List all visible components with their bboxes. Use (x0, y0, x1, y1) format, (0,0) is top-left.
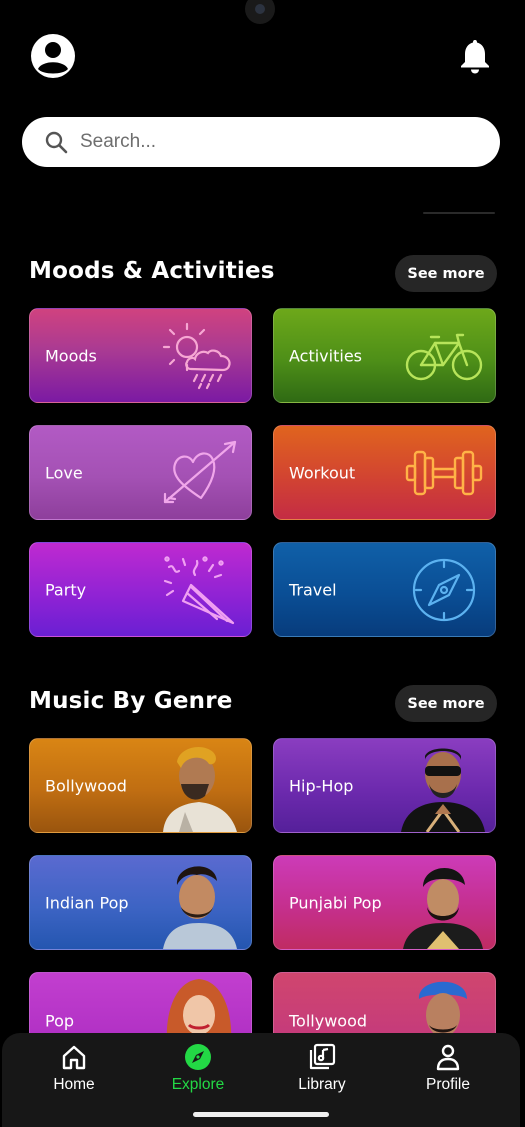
tile-label: Love (45, 463, 83, 482)
tile-activities[interactable]: Activities (273, 308, 496, 403)
tile-label: Moods (45, 346, 97, 365)
home-indicator (193, 1112, 329, 1117)
tile-label: Party (45, 580, 87, 599)
account-avatar-button[interactable] (30, 33, 76, 79)
compass-icon (185, 1044, 211, 1070)
artist-photo (401, 748, 485, 832)
tile-label: Workout (289, 463, 356, 482)
tile-label: Hip-Hop (289, 776, 354, 795)
tile-workout[interactable]: Workout (273, 425, 496, 520)
tile-label: Punjabi Pop (289, 893, 382, 912)
artist-photo (418, 981, 467, 1037)
tile-label: Travel (289, 580, 337, 599)
nav-explore[interactable]: Explore (153, 1043, 243, 1095)
tile-label: Indian Pop (45, 893, 129, 912)
nav-label: Home (53, 1076, 95, 1093)
section-title-moods: Moods & Activities (29, 258, 275, 284)
nav-home[interactable]: Home (29, 1043, 119, 1095)
artist-photo (163, 747, 237, 832)
tile-label: Activities (289, 346, 362, 365)
user-icon (436, 1044, 460, 1071)
tile-tollywood[interactable]: Tollywood (273, 972, 496, 1042)
user-circle-icon (31, 34, 75, 78)
tile-label: Pop (45, 1011, 75, 1031)
tile-bollywood[interactable]: Bollywood (29, 738, 252, 833)
tile-love[interactable]: Love (29, 425, 252, 520)
tile-indian-pop[interactable]: Indian Pop (29, 855, 252, 950)
library-icon (309, 1043, 336, 1070)
sun-cloud-rain-icon (162, 322, 231, 390)
artist-photo (403, 867, 483, 949)
heart-arrow-icon (163, 440, 237, 504)
search-input[interactable] (80, 131, 460, 153)
tile-label: Tollywood (289, 1011, 368, 1031)
tile-pop[interactable]: Pop (29, 972, 252, 1042)
nav-profile[interactable]: Profile (403, 1043, 493, 1095)
tile-moods[interactable]: Moods (29, 308, 252, 403)
home-icon (62, 1045, 86, 1070)
nav-label: Profile (426, 1076, 470, 1093)
search-icon (45, 131, 68, 154)
artist-photo (163, 866, 237, 949)
artist-photo (166, 979, 232, 1041)
party-popper-icon (163, 556, 235, 625)
nav-label: Explore (171, 1076, 225, 1093)
compass-icon (412, 558, 476, 622)
see-more-genre-button[interactable]: See more (395, 685, 497, 722)
divider (423, 212, 495, 214)
bicycle-icon (405, 333, 483, 381)
section-title-genre: Music By Genre (29, 688, 233, 714)
tile-punjabi-pop[interactable]: Punjabi Pop (273, 855, 496, 950)
notifications-button[interactable] (459, 38, 491, 74)
front-camera (245, 0, 275, 24)
tile-party[interactable]: Party (29, 542, 252, 637)
see-more-moods-button[interactable]: See more (395, 255, 497, 292)
nav-library[interactable]: Library (277, 1043, 367, 1095)
nav-label: Library (298, 1076, 346, 1093)
tile-label: Bollywood (45, 776, 127, 795)
search-bar[interactable] (22, 117, 500, 167)
tile-hip-hop[interactable]: Hip-Hop (273, 738, 496, 833)
bell-icon (461, 40, 489, 74)
tile-travel[interactable]: Travel (273, 542, 496, 637)
dumbbell-icon (405, 450, 483, 496)
